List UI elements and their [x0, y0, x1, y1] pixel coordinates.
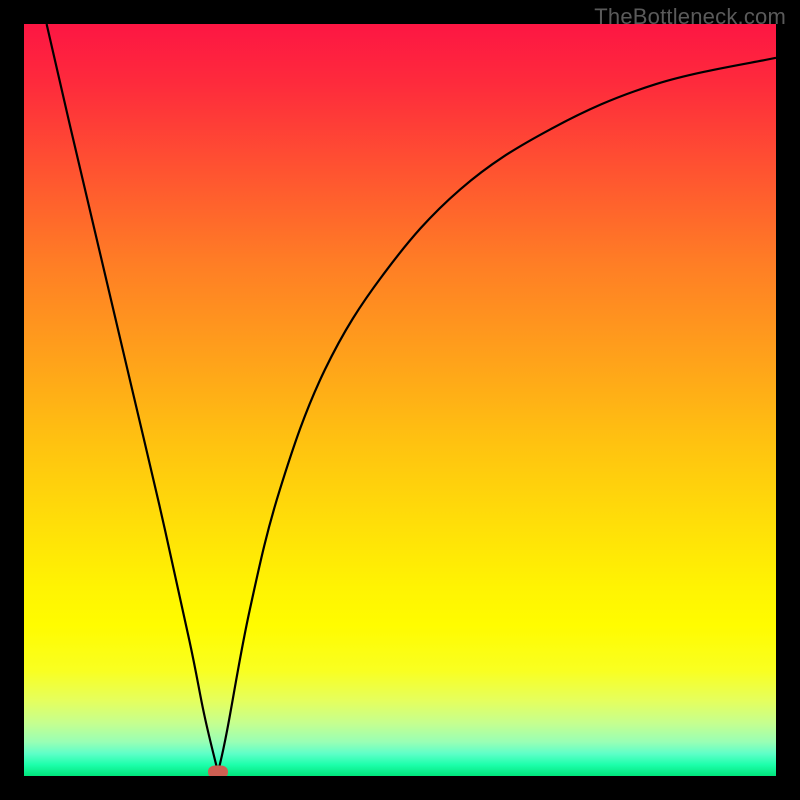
chart-container: TheBottleneck.com	[0, 0, 800, 800]
plot-area	[24, 24, 776, 776]
optimal-point-marker	[208, 766, 228, 776]
curve-svg	[24, 24, 776, 776]
watermark-text: TheBottleneck.com	[594, 4, 786, 30]
bottleneck-curve	[47, 24, 776, 772]
